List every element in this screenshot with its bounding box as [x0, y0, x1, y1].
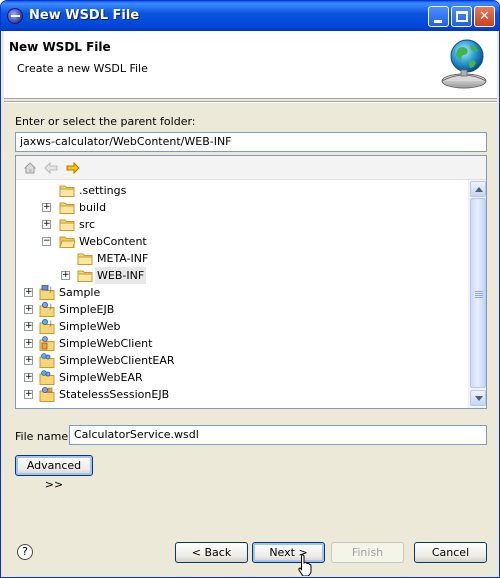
app-client-project-icon	[39, 336, 55, 351]
tree-item-label: SimpleWebClientEAR	[59, 354, 175, 367]
scroll-down-icon	[475, 396, 483, 401]
tree-item-statelesssessionejb[interactable]: + StatelessSessionEJB	[16, 386, 466, 403]
home-icon[interactable]	[23, 161, 37, 175]
tree-item-settings[interactable]: .settings	[16, 182, 466, 199]
tree-item-label: src	[79, 218, 96, 231]
expand-toggle[interactable]: +	[24, 339, 33, 348]
tree-scrollbar[interactable]	[468, 180, 486, 408]
help-icon[interactable]: ?	[17, 544, 33, 560]
maximize-icon	[456, 11, 468, 22]
maximize-button[interactable]	[451, 6, 472, 27]
tree-item-simplewebclientear[interactable]: + SimpleWebClientEAR	[16, 352, 466, 369]
folder-icon	[77, 270, 93, 282]
open-folder-icon	[59, 236, 75, 248]
wizard-window: New WSDL File ✕ New WSDL File Create a n…	[0, 0, 500, 578]
tree-item-src[interactable]: + src	[16, 216, 466, 233]
svg-text:J: J	[49, 303, 52, 310]
wizard-banner: New WSDL File Create a new WSDL File	[4, 31, 497, 99]
expand-toggle[interactable]: +	[24, 322, 33, 331]
tree-item-label: WebContent	[79, 235, 147, 248]
scroll-thumb[interactable]	[470, 198, 486, 388]
svg-text:J: J	[49, 286, 52, 293]
thumb-grip	[475, 297, 483, 298]
svg-text:J: J	[49, 320, 52, 327]
tree-item-webcontent[interactable]: − WebContent	[16, 233, 466, 250]
tree-item-web-inf[interactable]: + WEB-INF	[16, 267, 466, 284]
finish-button: Finish	[331, 542, 404, 563]
banner-description: Create a new WSDL File	[17, 62, 148, 75]
scroll-down-button[interactable]	[470, 390, 486, 406]
tree-item-simpleweb[interactable]: + J SimpleWeb	[16, 318, 466, 335]
java-project-icon: J	[39, 285, 55, 300]
thumb-grip	[475, 291, 483, 292]
scroll-up-icon	[475, 187, 483, 192]
tree-item-meta-inf[interactable]: META-INF	[16, 250, 466, 267]
tree-item-label: build	[79, 201, 107, 214]
wsdl-globe-icon	[441, 39, 487, 89]
tree-item-sample[interactable]: + J Sample	[16, 284, 466, 301]
tree-item-simpleejb[interactable]: + J SimpleEJB	[16, 301, 466, 318]
thumb-grip	[475, 293, 483, 294]
scroll-up-button[interactable]	[470, 181, 486, 197]
minimize-button[interactable]	[428, 6, 449, 27]
folder-icon	[59, 202, 75, 214]
tree-item-label: META-INF	[97, 252, 149, 265]
banner-title: New WSDL File	[9, 40, 111, 54]
expand-toggle[interactable]: +	[24, 356, 33, 365]
ejb-project-icon	[39, 387, 55, 402]
forward-arrow-icon[interactable]	[66, 161, 80, 175]
cancel-button[interactable]: Cancel	[414, 542, 487, 563]
tree-toolbar	[16, 156, 486, 180]
file-name-input[interactable]: CalculatorService.wsdl	[69, 425, 487, 445]
file-name-label: File name:	[15, 430, 72, 443]
expand-toggle[interactable]: +	[24, 288, 33, 297]
tree-item-label-selected: WEB-INF	[95, 267, 147, 284]
tree-item-label: SimpleWebEAR	[59, 371, 143, 384]
expand-toggle[interactable]: +	[42, 220, 51, 229]
folder-icon	[59, 219, 75, 231]
tree-item-label: SimpleWeb	[59, 320, 121, 333]
back-button[interactable]: < Back	[175, 542, 248, 563]
advanced-button[interactable]: Advanced >>	[15, 455, 93, 491]
tree-item-label: Sample	[59, 286, 101, 299]
tree-item-simplewebclient[interactable]: + SimpleWebClient	[16, 335, 466, 352]
tree-item-label: .settings	[79, 184, 127, 197]
tree-item-simplewebear[interactable]: + SimpleWebEAR	[16, 369, 466, 386]
folder-tree[interactable]: .settings + build + src − WebContent MET…	[15, 155, 487, 409]
window-title: New WSDL File	[29, 8, 140, 23]
web-project-icon: J	[39, 319, 55, 334]
ear-project-icon	[39, 353, 55, 368]
parent-folder-input[interactable]: jaxws-calculator/WebContent/WEB-INF	[15, 132, 487, 152]
next-button[interactable]: Next >	[252, 542, 325, 563]
title-bar[interactable]: New WSDL File ✕	[1, 1, 499, 31]
folder-icon	[77, 253, 93, 265]
expand-toggle[interactable]: +	[24, 305, 33, 314]
expand-toggle[interactable]: +	[42, 203, 51, 212]
mouse-cursor-icon	[298, 554, 312, 576]
minimize-icon	[434, 20, 442, 23]
back-arrow-icon[interactable]	[44, 161, 58, 175]
expand-toggle[interactable]: +	[24, 373, 33, 382]
expand-toggle[interactable]: +	[61, 271, 70, 280]
close-button[interactable]: ✕	[474, 6, 495, 27]
expand-toggle[interactable]: +	[24, 390, 33, 399]
tree-item-build[interactable]: + build	[16, 199, 466, 216]
collapse-toggle[interactable]: −	[42, 237, 51, 246]
ejb-project-icon: J	[39, 302, 55, 317]
tree-item-label: SimpleWebClient	[59, 337, 153, 350]
tree-item-label: SimpleEJB	[59, 303, 115, 316]
tree-rows: .settings + build + src − WebContent MET…	[16, 180, 468, 408]
thumb-grip	[475, 295, 483, 296]
eclipse-icon	[7, 8, 23, 24]
parent-folder-label: Enter or select the parent folder:	[15, 115, 196, 128]
folder-icon	[59, 185, 75, 197]
tree-item-label: StatelessSessionEJB	[59, 388, 170, 401]
close-icon: ✕	[479, 9, 490, 24]
banner-separator	[4, 101, 497, 103]
ear-project-icon	[39, 370, 55, 385]
